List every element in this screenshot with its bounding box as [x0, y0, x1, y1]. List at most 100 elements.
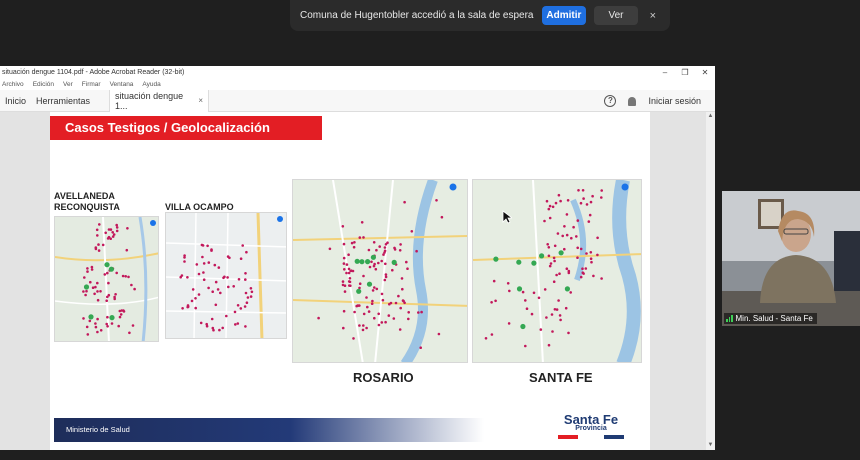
- case-marker: [244, 278, 247, 281]
- case-marker: [347, 280, 351, 283]
- map-rosario-svg: [293, 180, 467, 362]
- case-marker: [378, 245, 381, 248]
- case-marker: [347, 267, 351, 271]
- case-marker: [343, 284, 347, 287]
- case-marker: [328, 247, 332, 251]
- case-marker: [347, 271, 351, 275]
- case-marker: [205, 322, 208, 326]
- minimize-icon[interactable]: –: [655, 68, 675, 77]
- case-marker: [197, 272, 201, 276]
- case-marker: [550, 313, 554, 316]
- case-marker: [585, 203, 589, 206]
- health-center-marker: [108, 266, 114, 272]
- case-marker: [237, 278, 241, 281]
- case-marker: [401, 287, 404, 291]
- case-marker: [367, 248, 371, 252]
- case-marker: [600, 277, 603, 280]
- case-marker: [115, 229, 119, 233]
- case-marker: [372, 264, 376, 268]
- vertical-scrollbar[interactable]: ▲ ▼: [706, 112, 715, 450]
- health-center-marker: [493, 256, 499, 262]
- case-marker: [407, 311, 410, 314]
- close-icon[interactable]: ×: [646, 10, 660, 22]
- case-marker: [345, 271, 348, 275]
- participant-video[interactable]: Min. Salud - Santa Fe: [722, 191, 860, 326]
- case-marker: [543, 219, 546, 223]
- scroll-up-icon[interactable]: ▲: [706, 112, 715, 121]
- case-marker: [342, 242, 346, 246]
- case-marker: [114, 293, 117, 296]
- case-marker: [89, 280, 92, 284]
- help-icon[interactable]: ?: [604, 95, 617, 107]
- menu-item-ver[interactable]: Ver: [63, 81, 73, 88]
- tab-tools[interactable]: Herramientas: [31, 90, 95, 112]
- case-marker: [532, 291, 536, 295]
- case-marker: [190, 299, 194, 303]
- case-marker: [375, 287, 379, 291]
- case-marker: [118, 315, 122, 319]
- case-marker: [199, 321, 203, 325]
- case-marker: [565, 213, 569, 216]
- notification-message: Comuna de Hugentobler accedió a la sala …: [300, 10, 534, 21]
- case-marker: [214, 303, 218, 307]
- case-marker: [345, 263, 349, 266]
- tab-document[interactable]: situación dengue 1... ×: [109, 89, 210, 112]
- case-marker: [358, 324, 361, 327]
- case-marker: [244, 325, 247, 328]
- case-marker: [362, 274, 365, 278]
- case-marker: [96, 290, 99, 293]
- case-marker: [96, 298, 100, 302]
- case-marker: [234, 323, 237, 326]
- case-marker: [399, 306, 402, 310]
- case-marker: [121, 274, 125, 278]
- menu-item-firmar[interactable]: Firmar: [82, 81, 101, 88]
- case-marker: [86, 270, 89, 273]
- case-marker: [392, 317, 396, 320]
- sign-in-link[interactable]: Iniciar sesión: [648, 96, 701, 106]
- case-marker: [559, 318, 562, 322]
- case-marker: [98, 223, 101, 226]
- case-marker: [133, 287, 136, 291]
- restore-icon[interactable]: ❐: [675, 68, 695, 77]
- case-marker: [103, 273, 107, 276]
- case-marker: [484, 337, 488, 340]
- case-marker: [350, 241, 354, 245]
- menu-item-archivo[interactable]: Archivo: [2, 81, 24, 88]
- health-center-marker: [359, 259, 365, 265]
- menu-item-edicion[interactable]: Edición: [33, 81, 54, 88]
- case-marker: [348, 277, 352, 280]
- health-center-marker: [109, 315, 115, 321]
- case-marker: [107, 281, 110, 285]
- tab-close-icon[interactable]: ×: [198, 96, 203, 105]
- case-marker: [106, 325, 109, 328]
- santa-fe-logo: Santa Fe Provincia: [558, 412, 624, 448]
- case-marker: [368, 265, 372, 269]
- case-marker: [555, 308, 559, 311]
- map-villa-ocampo-svg: [166, 213, 286, 338]
- case-marker: [524, 344, 527, 348]
- menu-item-ayuda[interactable]: Ayuda: [142, 81, 160, 88]
- bell-icon[interactable]: [628, 96, 637, 106]
- case-marker: [249, 295, 253, 298]
- label-avellaneda: AVELLANEDA: [54, 191, 115, 201]
- window-close-icon[interactable]: ✕: [695, 68, 715, 77]
- case-marker: [342, 262, 346, 265]
- scroll-down-icon[interactable]: ▼: [706, 441, 715, 450]
- case-marker: [82, 290, 85, 293]
- case-marker: [561, 234, 564, 238]
- case-marker: [358, 236, 362, 239]
- admit-button[interactable]: Admitir: [541, 6, 587, 25]
- menu-item-ventana[interactable]: Ventana: [110, 81, 134, 88]
- case-marker: [106, 315, 109, 319]
- case-marker: [380, 321, 384, 324]
- case-marker: [194, 306, 197, 310]
- participant-name: Min. Salud - Santa Fe: [735, 314, 813, 323]
- case-marker: [107, 228, 111, 231]
- case-marker: [362, 312, 366, 316]
- case-marker: [377, 312, 380, 316]
- case-marker: [585, 252, 588, 255]
- case-marker: [94, 247, 98, 251]
- case-marker: [400, 277, 404, 280]
- view-button[interactable]: Ver: [594, 6, 638, 25]
- tab-home[interactable]: Inicio: [0, 90, 31, 112]
